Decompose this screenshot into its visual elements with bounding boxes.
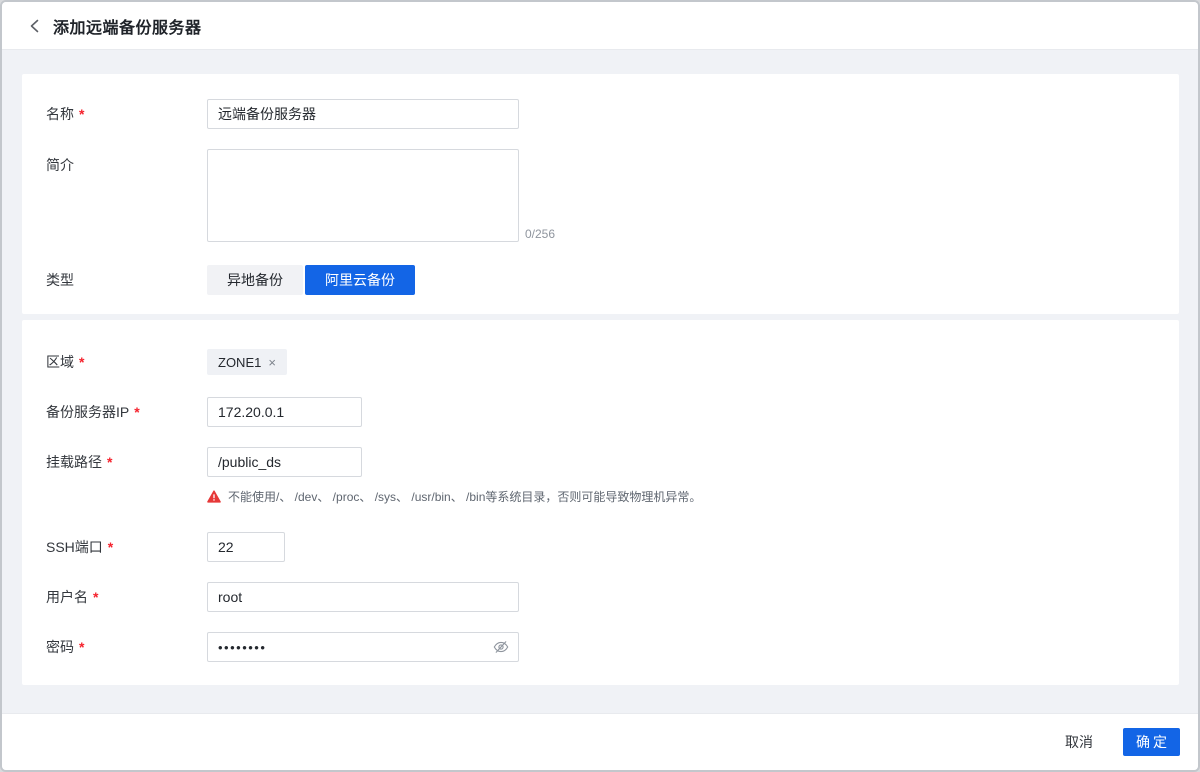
- chevron-left-icon: [30, 19, 39, 33]
- warning-triangle-icon: [207, 490, 221, 503]
- username-label-text: 用户名: [46, 587, 88, 607]
- zone-row: 区域 * ZONE1 ×: [46, 349, 1155, 375]
- mount-path-warning: 不能使用/、 /dev、 /proc、 /sys、 /usr/bin、 /bin…: [207, 488, 1155, 505]
- password-label: 密码 *: [46, 637, 207, 657]
- type-option-offsite-backup[interactable]: 异地备份: [207, 265, 303, 295]
- ssh-port-label-text: SSH端口: [46, 537, 103, 557]
- required-marker: *: [108, 539, 113, 555]
- mount-path-input[interactable]: [207, 447, 362, 477]
- connection-card: 区域 * ZONE1 × 备份服务器IP *: [22, 320, 1179, 685]
- back-button[interactable]: [30, 19, 39, 33]
- username-row: 用户名 *: [46, 582, 1155, 612]
- type-options: 异地备份 阿里云备份: [207, 265, 1155, 295]
- username-input[interactable]: [207, 582, 519, 612]
- zone-label: 区域 *: [46, 352, 207, 372]
- mount-path-row: 挂载路径 *: [46, 447, 1155, 477]
- mount-path-warning-row: 不能使用/、 /dev、 /proc、 /sys、 /usr/bin、 /bin…: [46, 488, 1155, 505]
- password-label-text: 密码: [46, 637, 74, 657]
- warning-text: 不能使用/、 /dev、 /proc、 /sys、 /usr/bin、 /bin…: [228, 488, 701, 505]
- username-label: 用户名 *: [46, 587, 207, 607]
- required-marker: *: [79, 639, 84, 655]
- required-marker: *: [134, 404, 139, 420]
- description-row: 简介 0/256: [46, 149, 1155, 242]
- type-label-text: 类型: [46, 270, 74, 290]
- type-option-aliyun-backup[interactable]: 阿里云备份: [305, 265, 415, 295]
- required-marker: *: [79, 106, 84, 122]
- name-input[interactable]: [207, 99, 519, 129]
- server-ip-input[interactable]: [207, 397, 362, 427]
- description-label: 简介: [46, 149, 207, 175]
- password-visibility-toggle[interactable]: [493, 639, 509, 655]
- name-label: 名称 *: [46, 104, 207, 124]
- ssh-port-label: SSH端口 *: [46, 537, 207, 557]
- basic-info-card: 名称 * 简介 0/256 类型: [22, 74, 1179, 314]
- zone-tag-remove-icon[interactable]: ×: [268, 356, 276, 369]
- description-textarea[interactable]: [207, 149, 519, 242]
- password-row: 密码 *: [46, 632, 1155, 662]
- page-header: 添加远端备份服务器: [2, 2, 1198, 50]
- mount-path-label-text: 挂载路径: [46, 452, 102, 472]
- type-label: 类型: [46, 270, 207, 290]
- page-title: 添加远端备份服务器: [53, 14, 202, 38]
- ssh-port-row: SSH端口 *: [46, 532, 1155, 562]
- name-label-text: 名称: [46, 104, 74, 124]
- required-marker: *: [107, 454, 112, 470]
- server-ip-row: 备份服务器IP *: [46, 397, 1155, 427]
- zone-tag[interactable]: ZONE1 ×: [207, 349, 287, 375]
- password-input[interactable]: [207, 632, 519, 662]
- server-ip-label: 备份服务器IP *: [46, 402, 207, 422]
- char-counter: 0/256: [525, 226, 555, 242]
- name-row: 名称 *: [46, 99, 1155, 129]
- confirm-button[interactable]: 确定: [1123, 728, 1180, 756]
- add-remote-backup-server-page: 添加远端备份服务器 名称 * 简介 0/256: [0, 0, 1200, 772]
- zone-tag-text: ZONE1: [218, 355, 261, 370]
- zone-label-text: 区域: [46, 352, 74, 372]
- type-row: 类型 异地备份 阿里云备份: [46, 265, 1155, 295]
- required-marker: *: [93, 589, 98, 605]
- action-footer: 取消 确定: [2, 713, 1198, 770]
- form-body: 名称 * 简介 0/256 类型: [2, 50, 1198, 713]
- eye-invisible-icon: [493, 639, 509, 655]
- required-marker: *: [79, 354, 84, 370]
- server-ip-label-text: 备份服务器IP: [46, 402, 129, 422]
- cancel-button[interactable]: 取消: [1065, 732, 1093, 752]
- mount-path-label: 挂载路径 *: [46, 452, 207, 472]
- description-label-text: 简介: [46, 155, 74, 175]
- ssh-port-input[interactable]: [207, 532, 285, 562]
